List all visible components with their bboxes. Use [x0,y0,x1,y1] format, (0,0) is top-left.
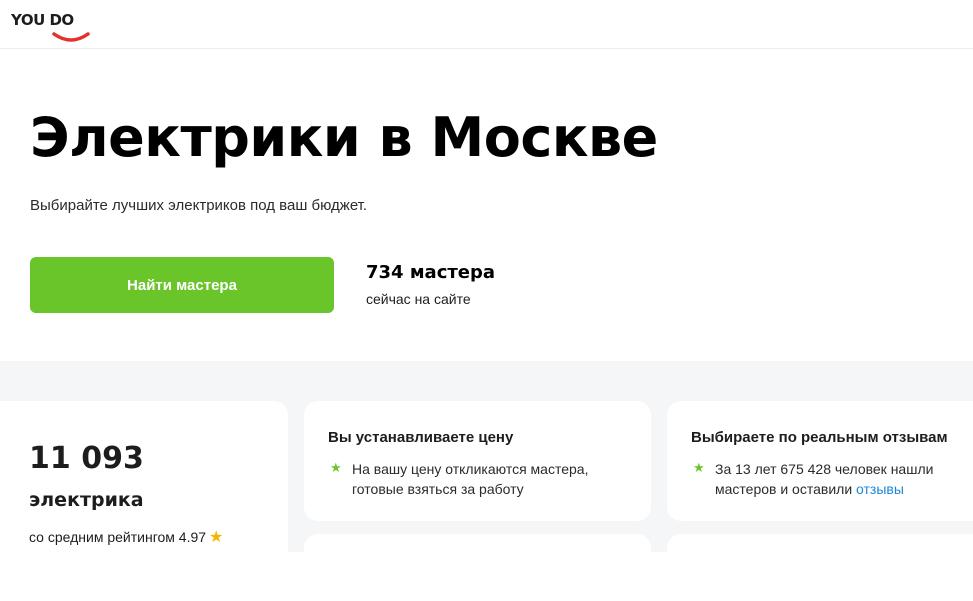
page-title: Электрики в Москве [30,106,658,169]
stats-card: 11 093 электрика со средним рейтингом 4.… [0,401,288,601]
reviews-link[interactable]: отзывы [856,481,904,497]
star-icon: ★ [209,529,224,546]
average-rating-text: со средним рейтингом 4.97 [29,529,207,545]
feature-card-reviews: Выбираете по реальным отзывам ★ За 13 ле… [667,401,973,521]
features-section: 11 093 электрика со средним рейтингом 4.… [0,361,973,601]
green-star-icon: ★ [693,460,705,475]
feature-text: За 13 лет 675 428 человек нашли мастеров… [715,459,945,499]
youdo-logo[interactable]: YOU DO [11,10,90,42]
electricians-label: электрика [29,489,144,511]
feature-text: На вашу цену откликаются мастера, готовы… [352,461,589,497]
electricians-count: 11 093 [29,441,144,476]
masters-count: 734 мастера [366,262,496,283]
feature-card-partial [304,534,651,574]
feature-title: Вы устанавливаете цену [328,429,514,446]
green-star-icon: ★ [330,460,342,475]
feature-title: Выбираете по реальным отзывам [691,429,948,446]
find-master-button[interactable]: Найти мастера [30,257,334,313]
top-header: YOU DO [0,0,973,49]
logo-smile-icon [52,32,90,42]
feature-card-price: Вы устанавливаете цену ★ На вашу цену от… [304,401,651,521]
logo-text: YOU DO [11,11,74,29]
feature-card-partial [667,534,973,574]
average-rating: со средним рейтингом 4.97 ★ [29,527,223,547]
page-subtitle: Выбирайте лучших электриков под ваш бюдж… [30,197,368,214]
masters-online-label: сейчас на сайте [366,291,471,307]
